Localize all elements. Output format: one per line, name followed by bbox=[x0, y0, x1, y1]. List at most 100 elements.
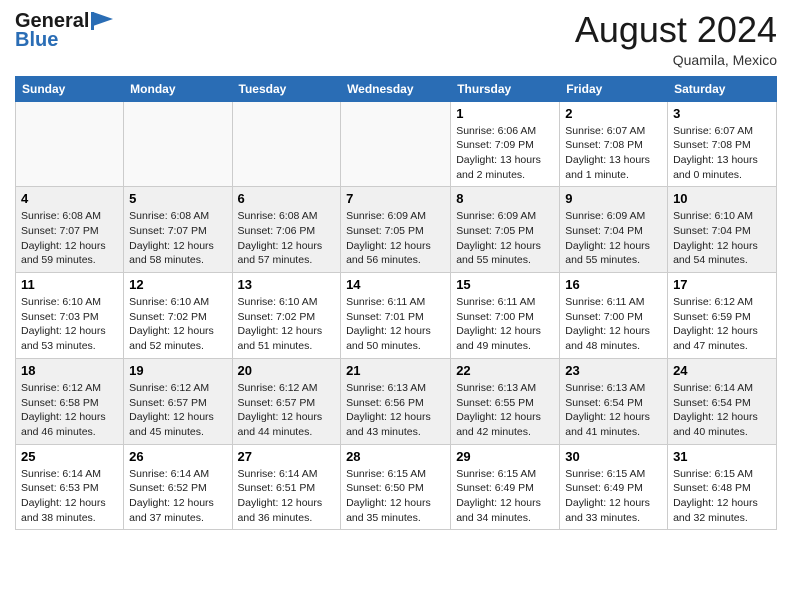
day-info: Sunrise: 6:06 AMSunset: 7:09 PMDaylight:… bbox=[456, 124, 554, 183]
calendar-cell: 21 Sunrise: 6:13 AMSunset: 6:56 PMDayligh… bbox=[341, 358, 451, 444]
calendar-cell: 26 Sunrise: 6:14 AMSunset: 6:52 PMDayligh… bbox=[124, 444, 232, 530]
day-info: Sunrise: 6:13 AMSunset: 6:54 PMDaylight:… bbox=[565, 381, 662, 440]
day-info: Sunrise: 6:10 AMSunset: 7:02 PMDaylight:… bbox=[129, 295, 226, 354]
day-of-week-header: Monday bbox=[124, 76, 232, 101]
calendar-cell: 25 Sunrise: 6:14 AMSunset: 6:53 PMDayligh… bbox=[16, 444, 124, 530]
day-info: Sunrise: 6:14 AMSunset: 6:52 PMDaylight:… bbox=[129, 467, 226, 526]
day-number: 10 bbox=[673, 191, 771, 206]
calendar-week-row: 18 Sunrise: 6:12 AMSunset: 6:58 PMDayligh… bbox=[16, 358, 777, 444]
day-info: Sunrise: 6:08 AMSunset: 7:07 PMDaylight:… bbox=[21, 209, 118, 268]
calendar-cell: 12 Sunrise: 6:10 AMSunset: 7:02 PMDayligh… bbox=[124, 273, 232, 359]
day-info: Sunrise: 6:15 AMSunset: 6:49 PMDaylight:… bbox=[565, 467, 662, 526]
calendar-cell: 17 Sunrise: 6:12 AMSunset: 6:59 PMDayligh… bbox=[668, 273, 777, 359]
day-number: 3 bbox=[673, 106, 771, 121]
day-info: Sunrise: 6:11 AMSunset: 7:00 PMDaylight:… bbox=[565, 295, 662, 354]
day-info: Sunrise: 6:10 AMSunset: 7:02 PMDaylight:… bbox=[238, 295, 336, 354]
calendar-week-row: 4 Sunrise: 6:08 AMSunset: 7:07 PMDaylight… bbox=[16, 187, 777, 273]
day-info: Sunrise: 6:14 AMSunset: 6:53 PMDaylight:… bbox=[21, 467, 118, 526]
calendar-cell: 18 Sunrise: 6:12 AMSunset: 6:58 PMDayligh… bbox=[16, 358, 124, 444]
location-text: Quamila, Mexico bbox=[575, 52, 777, 68]
day-number: 17 bbox=[673, 277, 771, 292]
day-info: Sunrise: 6:13 AMSunset: 6:55 PMDaylight:… bbox=[456, 381, 554, 440]
calendar-cell: 22Sunrise: 6:13 AMSunset: 6:55 PMDayligh… bbox=[451, 358, 560, 444]
calendar-cell: 27 Sunrise: 6:14 AMSunset: 6:51 PMDayligh… bbox=[232, 444, 341, 530]
day-info: Sunrise: 6:12 AMSunset: 6:57 PMDaylight:… bbox=[129, 381, 226, 440]
day-number: 21 bbox=[346, 363, 445, 378]
calendar-cell: 14 Sunrise: 6:11 AMSunset: 7:01 PMDayligh… bbox=[341, 273, 451, 359]
calendar-cell: 24 Sunrise: 6:14 AMSunset: 6:54 PMDayligh… bbox=[668, 358, 777, 444]
logo-flag-icon bbox=[91, 12, 113, 30]
day-number: 12 bbox=[129, 277, 226, 292]
day-number: 20 bbox=[238, 363, 336, 378]
day-number: 14 bbox=[346, 277, 445, 292]
day-number: 31 bbox=[673, 449, 771, 464]
calendar-cell: 20 Sunrise: 6:12 AMSunset: 6:57 PMDayligh… bbox=[232, 358, 341, 444]
day-info: Sunrise: 6:15 AMSunset: 6:49 PMDaylight:… bbox=[456, 467, 554, 526]
day-number: 5 bbox=[129, 191, 226, 206]
calendar-header-row: SundayMondayTuesdayWednesdayThursdayFrid… bbox=[16, 76, 777, 101]
day-info: Sunrise: 6:11 AMSunset: 7:01 PMDaylight:… bbox=[346, 295, 445, 354]
day-number: 16 bbox=[565, 277, 662, 292]
day-info: Sunrise: 6:10 AMSunset: 7:03 PMDaylight:… bbox=[21, 295, 118, 354]
day-number: 2 bbox=[565, 106, 662, 121]
day-info: Sunrise: 6:14 AMSunset: 6:51 PMDaylight:… bbox=[238, 467, 336, 526]
day-number: 8 bbox=[456, 191, 554, 206]
day-info: Sunrise: 6:12 AMSunset: 6:59 PMDaylight:… bbox=[673, 295, 771, 354]
day-info: Sunrise: 6:10 AMSunset: 7:04 PMDaylight:… bbox=[673, 209, 771, 268]
day-number: 27 bbox=[238, 449, 336, 464]
calendar-cell: 29Sunrise: 6:15 AMSunset: 6:49 PMDayligh… bbox=[451, 444, 560, 530]
calendar-cell: 10 Sunrise: 6:10 AMSunset: 7:04 PMDayligh… bbox=[668, 187, 777, 273]
day-info: Sunrise: 6:13 AMSunset: 6:56 PMDaylight:… bbox=[346, 381, 445, 440]
day-of-week-header: Thursday bbox=[451, 76, 560, 101]
calendar-cell bbox=[124, 101, 232, 187]
day-number: 13 bbox=[238, 277, 336, 292]
day-info: Sunrise: 6:12 AMSunset: 6:58 PMDaylight:… bbox=[21, 381, 118, 440]
day-of-week-header: Friday bbox=[560, 76, 668, 101]
day-info: Sunrise: 6:12 AMSunset: 6:57 PMDaylight:… bbox=[238, 381, 336, 440]
day-number: 18 bbox=[21, 363, 118, 378]
day-number: 30 bbox=[565, 449, 662, 464]
day-number: 19 bbox=[129, 363, 226, 378]
day-info: Sunrise: 6:07 AMSunset: 7:08 PMDaylight:… bbox=[565, 124, 662, 183]
day-info: Sunrise: 6:14 AMSunset: 6:54 PMDaylight:… bbox=[673, 381, 771, 440]
day-of-week-header: Sunday bbox=[16, 76, 124, 101]
day-number: 1 bbox=[456, 106, 554, 121]
month-title: August 2024 bbox=[575, 10, 777, 50]
calendar-cell: 15 Sunrise: 6:11 AMSunset: 7:00 PMDayligh… bbox=[451, 273, 560, 359]
calendar-cell: 13 Sunrise: 6:10 AMSunset: 7:02 PMDayligh… bbox=[232, 273, 341, 359]
calendar-cell: 11 Sunrise: 6:10 AMSunset: 7:03 PMDayligh… bbox=[16, 273, 124, 359]
calendar-cell: 8Sunrise: 6:09 AMSunset: 7:05 PMDaylight… bbox=[451, 187, 560, 273]
day-number: 25 bbox=[21, 449, 118, 464]
day-of-week-header: Tuesday bbox=[232, 76, 341, 101]
day-info: Sunrise: 6:11 AMSunset: 7:00 PMDaylight:… bbox=[456, 295, 554, 354]
calendar-cell: 19 Sunrise: 6:12 AMSunset: 6:57 PMDayligh… bbox=[124, 358, 232, 444]
day-info: Sunrise: 6:08 AMSunset: 7:07 PMDaylight:… bbox=[129, 209, 226, 268]
page-header: General Blue August 2024 Quamila, Mexico bbox=[15, 10, 777, 68]
calendar-cell: 5 Sunrise: 6:08 AMSunset: 7:07 PMDaylight… bbox=[124, 187, 232, 273]
day-number: 15 bbox=[456, 277, 554, 292]
title-block: August 2024 Quamila, Mexico bbox=[575, 10, 777, 68]
day-number: 24 bbox=[673, 363, 771, 378]
day-number: 26 bbox=[129, 449, 226, 464]
calendar-cell: 23Sunrise: 6:13 AMSunset: 6:54 PMDayligh… bbox=[560, 358, 668, 444]
day-number: 28 bbox=[346, 449, 445, 464]
calendar-cell: 6 Sunrise: 6:08 AMSunset: 7:06 PMDaylight… bbox=[232, 187, 341, 273]
calendar-cell: 7 Sunrise: 6:09 AMSunset: 7:05 PMDaylight… bbox=[341, 187, 451, 273]
calendar-cell bbox=[341, 101, 451, 187]
day-number: 6 bbox=[238, 191, 336, 206]
calendar-cell: 4 Sunrise: 6:08 AMSunset: 7:07 PMDaylight… bbox=[16, 187, 124, 273]
calendar-cell bbox=[232, 101, 341, 187]
day-number: 7 bbox=[346, 191, 445, 206]
calendar-cell: 9Sunrise: 6:09 AMSunset: 7:04 PMDaylight… bbox=[560, 187, 668, 273]
calendar-cell: 3 Sunrise: 6:07 AMSunset: 7:08 PMDaylight… bbox=[668, 101, 777, 187]
day-info: Sunrise: 6:07 AMSunset: 7:08 PMDaylight:… bbox=[673, 124, 771, 183]
calendar-cell: 30 Sunrise: 6:15 AMSunset: 6:49 PMDayligh… bbox=[560, 444, 668, 530]
day-info: Sunrise: 6:09 AMSunset: 7:04 PMDaylight:… bbox=[565, 209, 662, 268]
day-info: Sunrise: 6:08 AMSunset: 7:06 PMDaylight:… bbox=[238, 209, 336, 268]
logo: General Blue bbox=[15, 10, 113, 52]
day-info: Sunrise: 6:09 AMSunset: 7:05 PMDaylight:… bbox=[346, 209, 445, 268]
day-number: 11 bbox=[21, 277, 118, 292]
calendar-week-row: 11 Sunrise: 6:10 AMSunset: 7:03 PMDayligh… bbox=[16, 273, 777, 359]
day-number: 4 bbox=[21, 191, 118, 206]
day-of-week-header: Saturday bbox=[668, 76, 777, 101]
